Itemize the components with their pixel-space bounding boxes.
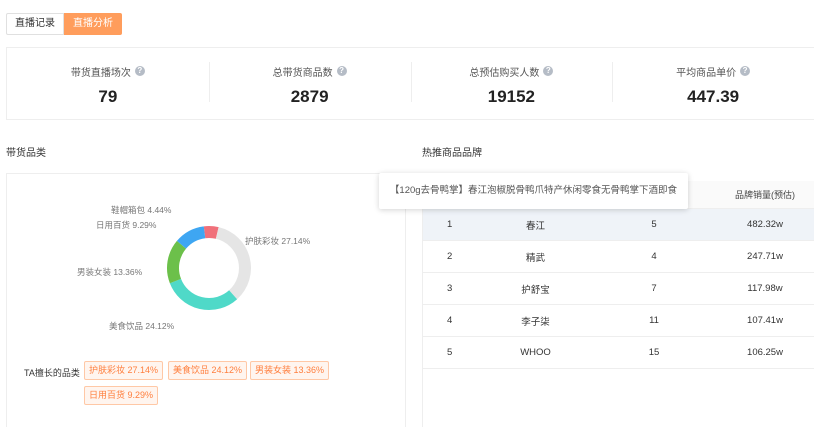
cell-sales: 106.25w	[747, 347, 783, 358]
donut-svg	[167, 226, 251, 310]
cell-rank: 2	[447, 251, 453, 262]
cell-brand: 精武	[525, 252, 545, 264]
cell-brand: 李子柒	[521, 316, 550, 328]
pie-label-clothing: 男装女装 13.36%	[77, 267, 143, 277]
cell-count: 11	[649, 315, 659, 326]
pie-label-daily: 日用百货 9.29%	[96, 220, 157, 230]
cell-count: 7	[651, 283, 657, 294]
brand-panel: 品牌销量(预估) 1 春江 5 482.32w 2 精武 4 247.71w 3…	[422, 173, 814, 427]
tab-live-analysis[interactable]: 直播分析	[64, 13, 122, 35]
stat-total-products: 总带货商品数? 2879	[208, 54, 411, 114]
brand-section-title: 热推商品品牌	[422, 148, 482, 159]
help-icon[interactable]: ?	[134, 66, 145, 76]
cell-sales: 247.71w	[747, 251, 783, 262]
tab-live-records[interactable]: 直播记录	[6, 13, 64, 35]
view-tabs: 直播记录 直播分析	[6, 13, 122, 35]
cell-sales: 482.32w	[747, 219, 783, 230]
ta-tag: 男装女装 13.36%	[250, 361, 330, 380]
ta-tag: 护肤彩妆 27.14%	[84, 361, 164, 380]
cell-count: 15	[648, 347, 660, 358]
brand-table: 品牌销量(预估) 1 春江 5 482.32w 2 精武 4 247.71w 3…	[423, 181, 814, 369]
cell-brand: WHOO	[520, 347, 551, 358]
table-row[interactable]: 4 李子柒 11 107.41w	[423, 305, 814, 337]
product-tooltip: 【120g去骨鸭掌】春江泡椒脱骨鸭爪特产休闲零食无骨鸭掌下酒即食	[379, 173, 688, 209]
cell-sales: 107.41w	[747, 315, 783, 326]
table-row[interactable]: 2 精武 4 247.71w	[423, 241, 814, 273]
stat-label: 总预估购买人数	[469, 67, 540, 79]
ta-tag: 美食饮品 24.12%	[168, 361, 248, 380]
cell-count: 4	[651, 251, 657, 262]
pie-label-skincare: 护肤彩妆 27.14%	[245, 236, 311, 246]
donut-slice-skincare[interactable]	[215, 227, 251, 300]
cell-count: 5	[651, 219, 657, 230]
help-icon[interactable]: ?	[336, 66, 347, 76]
table-row[interactable]: 3 护舒宝 7 117.98w	[423, 273, 814, 305]
pie-label-food: 美食饮品 24.12%	[109, 321, 175, 331]
stat-label: 平均商品单价	[676, 67, 737, 79]
table-row[interactable]: 1 春江 5 482.32w	[423, 209, 814, 241]
category-donut-chart: 护肤彩妆 27.14% 美食饮品 24.12% 男装女装 13.36% 日用百货…	[7, 174, 407, 354]
help-icon[interactable]: ?	[740, 66, 751, 76]
cell-rank: 3	[447, 283, 453, 294]
stat-value: 79	[98, 86, 118, 106]
stat-avg-price: 平均商品单价? 447.39	[612, 54, 814, 114]
cell-rank: 5	[447, 347, 453, 358]
header-brand-sales: 品牌销量(预估)	[735, 190, 795, 200]
table-row[interactable]: 5 WHOO 15 106.25w	[423, 337, 814, 369]
stat-value: 447.39	[687, 86, 740, 106]
donut-slice-food[interactable]	[169, 278, 238, 310]
ta-categories-title: TA擅长的品类	[24, 368, 80, 378]
stat-value: 19152	[487, 86, 536, 106]
stat-estimated-buyers: 总预估购买人数? 19152	[410, 54, 613, 114]
stat-label: 带货直播场次	[70, 67, 131, 79]
cell-brand: 春江	[525, 220, 545, 232]
donut-slice-clothing[interactable]	[167, 240, 187, 284]
stat-live-sessions: 带货直播场次? 79	[7, 54, 209, 114]
cell-sales: 117.98w	[747, 283, 783, 294]
pie-label-bags: 鞋帽箱包 4.44%	[111, 205, 172, 215]
donut-slice-daily[interactable]	[176, 226, 206, 249]
cell-rank: 4	[447, 315, 453, 326]
cell-rank: 1	[447, 219, 453, 230]
stat-label: 总带货商品数	[272, 67, 333, 79]
category-panel: 护肤彩妆 27.14% 美食饮品 24.12% 男装女装 13.36% 日用百货…	[6, 173, 406, 427]
help-icon[interactable]: ?	[543, 66, 554, 76]
stat-value: 2879	[290, 86, 329, 106]
category-section-title: 带货品类	[6, 148, 46, 159]
cell-brand: 护舒宝	[521, 284, 550, 296]
stats-summary: 带货直播场次? 79 总带货商品数? 2879 总预估购买人数? 19152 平…	[6, 47, 814, 120]
donut-slice-bags[interactable]	[203, 226, 219, 239]
ta-tag: 日用百货 9.29%	[84, 386, 159, 405]
